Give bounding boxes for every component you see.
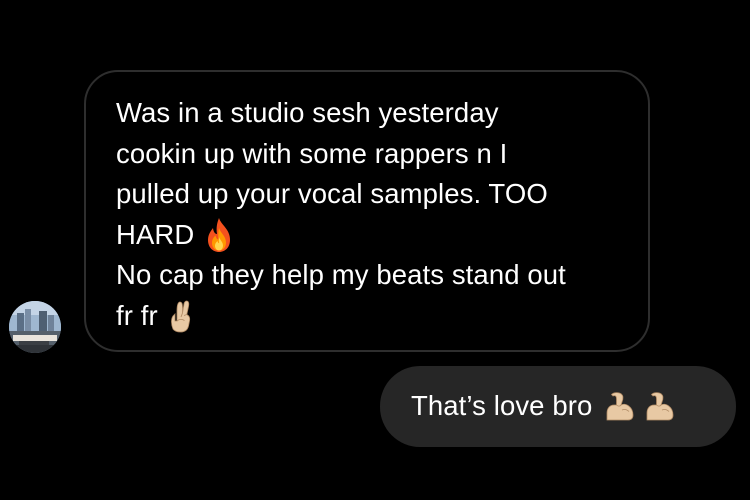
message-text: No cap they help my beats stand out xyxy=(116,259,566,290)
message-line: No cap they help my beats stand out xyxy=(116,255,618,296)
message-text: HARD xyxy=(116,218,195,250)
flexed-biceps-emoji-icon xyxy=(644,391,676,423)
avatar-photo-icon xyxy=(9,301,61,353)
message-line: fr fr xyxy=(116,296,618,337)
message-line: That’s love bro xyxy=(411,386,676,427)
message-line: cookin up with some rappers n I xyxy=(116,134,618,175)
message-text: That’s love bro xyxy=(411,390,593,422)
message-text: fr fr xyxy=(116,299,158,331)
incoming-message-bubble[interactable]: Was in a studio sesh yesterday cookin up… xyxy=(84,70,650,352)
message-text: pulled up your vocal samples. TOO xyxy=(116,178,548,209)
message-text: Was in a studio sesh yesterday xyxy=(116,97,499,128)
message-line: pulled up your vocal samples. TOO xyxy=(116,174,618,215)
message-line: Was in a studio sesh yesterday xyxy=(116,93,618,134)
fire-emoji-icon xyxy=(204,217,234,253)
chat-thread: Was in a studio sesh yesterday cookin up… xyxy=(0,0,750,500)
message-line: HARD xyxy=(116,215,618,256)
message-text: cookin up with some rappers n I xyxy=(116,137,508,169)
flexed-biceps-emoji-icon xyxy=(604,391,636,423)
outgoing-message-bubble[interactable]: That’s love bro xyxy=(380,366,736,447)
avatar[interactable] xyxy=(9,301,61,353)
incoming-message-row: Was in a studio sesh yesterday cookin up… xyxy=(8,70,658,354)
crossed-fingers-emoji-icon xyxy=(168,299,194,333)
